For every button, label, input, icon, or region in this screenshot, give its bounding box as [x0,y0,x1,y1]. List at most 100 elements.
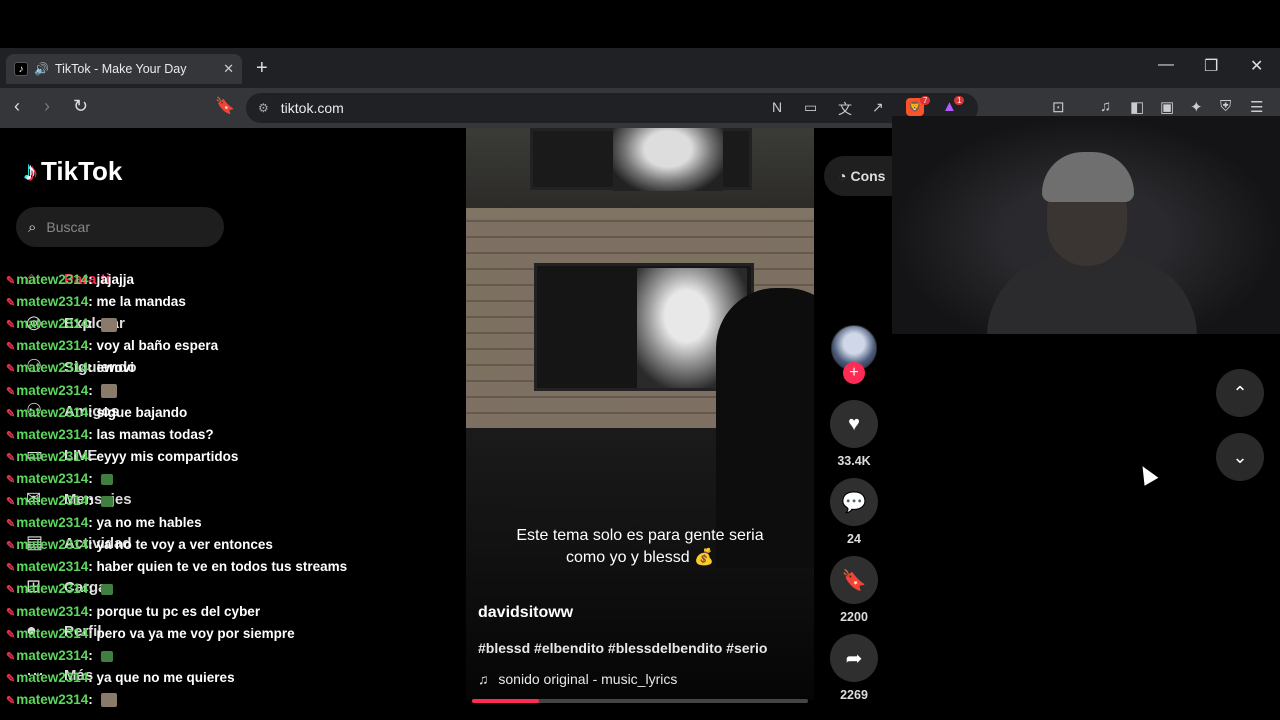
chat-username: matew2314 [16,625,89,641]
moderator-pencil-icon: ✎ [6,341,16,354]
screenshot-icon[interactable]: ⊡ [1052,98,1065,116]
moderator-pencil-icon: ✎ [6,518,16,531]
chat-message: ✎matew2314: jajajja [6,272,134,287]
close-window-icon[interactable]: ✕ [1250,56,1263,76]
chat-username: matew2314 [16,294,89,310]
forward-icon[interactable]: › [44,96,50,117]
chevron-down-icon: ⌄ [1232,446,1248,467]
save-button[interactable]: 🔖 [830,556,878,604]
webcam-overlay [892,116,1280,334]
chat-message: ✎matew2314: [6,316,117,332]
logo-text: TikTok [41,156,123,186]
chat-username: matew2314 [16,691,89,707]
share-icon[interactable]: ↗ [872,99,884,116]
restore-icon[interactable]: ❐ [1204,56,1218,76]
chat-text: voy al baño espera [96,338,219,354]
new-tab-button[interactable]: + [256,57,268,80]
moderator-pencil-icon: ✎ [6,275,16,287]
chat-message: ✎matew2314: voy al baño espera [6,338,218,353]
leo-ai-icon[interactable]: ✦ [1190,98,1203,116]
minimize-icon[interactable]: — [1158,56,1174,74]
menu-icon[interactable]: ☰ [1250,98,1263,116]
chat-message: ✎matew2314: [6,691,117,708]
bookmark-icon: 🔖 [841,569,867,592]
chat-message: ✎matew2314: las mamas todas? [6,427,214,442]
moderator-pencil-icon: ✎ [6,672,16,685]
music-note-icon: ♫ [478,671,489,687]
comment-button[interactable]: 💬 [830,478,878,526]
chat-message: ✎matew2314: [6,493,113,508]
moderator-pencil-icon: ✎ [6,584,16,597]
follow-plus-icon[interactable]: + [843,362,865,384]
sound-name: sonido original - music_lyrics [498,671,678,687]
chat-text: las mamas todas? [96,426,214,442]
search-placeholder: Buscar [46,219,90,235]
omnibox[interactable]: ⚙ tiktok.com [246,93,978,123]
chat-message: ✎matew2314: [6,383,117,398]
previous-video-button[interactable]: ⌃ [1216,369,1264,417]
chat-message: ✎matew2314: ewovi [6,360,134,375]
video-hashtags[interactable]: #blessd #elbendito #blessdelbendito #ser… [478,640,767,656]
moderator-pencil-icon: ✎ [6,473,16,486]
back-icon[interactable]: ‹ [14,96,20,117]
video-tv-top [530,128,752,191]
video-sound[interactable]: ♫ sonido original - music_lyrics [478,671,677,687]
chat-separator: : [88,382,97,398]
consult-label: Cons [850,168,886,184]
screen-top-black [0,0,1280,48]
search-input[interactable]: ⌕ Buscar [16,207,224,247]
moderator-pencil-icon: ✎ [6,650,16,663]
share-button[interactable]: ➦ [830,634,878,682]
chat-text: pero va ya me voy por siempre [96,625,295,641]
tiktok-logo[interactable]: ♪ TikTok [24,156,122,187]
cast-icon[interactable]: ▭ [804,99,817,116]
reload-icon[interactable]: ↻ [73,96,88,117]
site-settings-icon[interactable]: ⚙ [258,101,269,115]
chat-username: matew2314 [16,470,89,486]
chevron-up-icon: ⌃ [1232,382,1248,403]
chat-username: matew2314 [16,272,89,287]
chat-username: matew2314 [16,426,89,442]
moderator-pencil-icon: ✎ [6,694,16,707]
wallet-icon[interactable]: ▣ [1160,98,1174,116]
webcam-person-body [987,256,1197,334]
chat-separator: : [88,581,97,597]
chat-message: ✎matew2314: haber quien te ve en todos t… [6,559,347,574]
chat-text: ya no te voy a ver entonces [96,537,273,553]
chat-text: sigue bajando [96,404,188,420]
video-progress-fill [472,699,540,703]
moderator-pencil-icon: ✎ [6,606,16,619]
chat-message: ✎matew2314: porque tu pc es del cyber [6,604,260,619]
video-author[interactable]: davidsitoww [478,604,573,622]
chat-separator: : [88,360,97,376]
chat-message: ✎matew2314: [6,581,113,596]
chat-separator: : [88,493,97,508]
translate-icon[interactable]: 文 [838,99,852,119]
chat-message: ✎matew2314: eyyy mis compartidos [6,449,238,464]
chat-separator: : [88,404,97,420]
tab-close-icon[interactable]: ✕ [223,61,234,77]
chat-emote-icon [100,495,113,507]
chat-separator: : [88,559,97,575]
chat-username: matew2314 [16,493,89,508]
speaker-icon[interactable]: 🔊 [34,62,49,76]
chat-text: me la mandas [96,294,186,310]
chat-separator: : [88,448,97,464]
next-video-button[interactable]: ⌄ [1216,433,1264,481]
vpn-icon[interactable]: ⛨ [1220,98,1231,115]
moderator-pencil-icon: ✎ [6,363,16,376]
bookmark-icon[interactable]: 🔖 [215,96,235,116]
chat-emote-icon [100,584,113,596]
tiktok-favicon-icon: ♪ [14,62,28,76]
no-translate-icon[interactable]: N [772,99,782,115]
browser-tab[interactable]: ♪ 🔊 TikTok - Make Your Day ✕ [6,54,242,84]
sidebar-toggle-icon[interactable]: ◧ [1130,98,1144,116]
moderator-pencil-icon: ✎ [6,540,16,553]
search-icon: ⌕ [28,218,37,236]
chat-username: matew2314 [16,581,89,597]
media-icon[interactable]: ♫ [1100,98,1111,115]
url-text[interactable]: tiktok.com [281,100,344,116]
like-button[interactable]: ♥ [830,400,878,448]
chat-username: matew2314 [16,316,89,332]
video-progress-bar[interactable] [472,699,808,703]
